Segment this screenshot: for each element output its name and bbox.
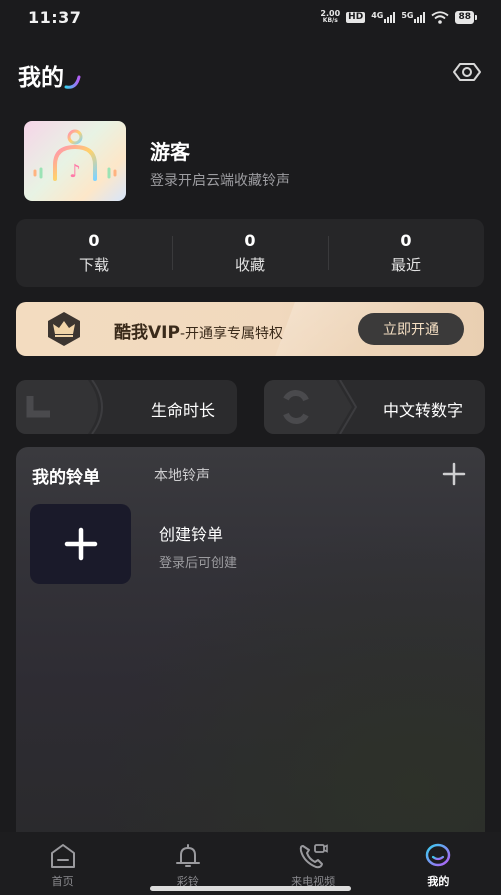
text-to-number-card[interactable]: 中文转数字	[264, 380, 485, 434]
stat-label: 下载	[78, 256, 109, 274]
stat-value: 0	[88, 231, 100, 250]
net2-label: 5G	[401, 10, 414, 20]
status-time: 11:37	[28, 7, 82, 27]
stat-downloads[interactable]: 0 下载	[16, 219, 172, 287]
create-playlist-hint: 登录后可创建	[159, 556, 238, 571]
vip-text: 酷我VIP-开通享专属特权	[114, 318, 283, 343]
net1-label: 4G	[371, 10, 384, 20]
stat-value: 0	[244, 231, 256, 250]
battery-level: 88	[458, 12, 471, 22]
page-title: 我的	[18, 65, 64, 91]
stat-label: 收藏	[234, 256, 265, 274]
plus-icon[interactable]	[441, 461, 467, 487]
stat-favorites[interactable]: 0 收藏	[172, 219, 328, 287]
life-duration-label: 生命时长	[150, 401, 215, 420]
stat-value: 0	[400, 231, 412, 250]
svg-text:♪: ♪	[69, 161, 81, 182]
text-to-number-label: 中文转数字	[382, 401, 463, 420]
nav-label: 首页	[51, 875, 74, 888]
bell-icon	[175, 844, 200, 867]
eye-icon[interactable]	[451, 60, 483, 84]
nav-label: 我的	[427, 875, 450, 888]
stats-card: 0 下载 0 收藏 0 最近	[16, 219, 484, 287]
login-hint[interactable]: 登录开启云端收藏铃声	[150, 170, 290, 190]
vip-title: 酷我VIP	[114, 323, 180, 343]
stat-recent[interactable]: 0 最近	[328, 219, 484, 287]
profile-icon	[426, 843, 451, 870]
duration-deco-icon	[16, 380, 103, 434]
life-duration-card[interactable]: 生命时长	[16, 380, 237, 434]
avatar-music-icon: ♪	[33, 129, 117, 185]
open-vip-button[interactable]: 立即开通	[358, 313, 464, 345]
wifi-icon	[431, 10, 450, 24]
stat-label: 最近	[390, 256, 421, 274]
tab-my-playlists[interactable]: 我的铃单	[32, 463, 100, 488]
hd-badge: HD	[346, 11, 366, 23]
vip-subtitle: -开通享专属特权	[179, 326, 284, 342]
avatar[interactable]: ♪	[24, 121, 126, 201]
status-icons: 2.00 KB/s HD 4G 5G 88	[320, 10, 477, 24]
nav-item-profile[interactable]: 我的	[376, 832, 501, 895]
phone-video-icon	[299, 844, 328, 869]
signal-4g-icon: 4G	[371, 10, 396, 23]
create-plus-icon	[64, 527, 97, 561]
home-icon	[50, 844, 75, 868]
vip-banner[interactable]: 酷我VIP-开通享专属特权 立即开通	[16, 302, 484, 356]
status-bar: 11:37 2.00 KB/s HD 4G 5G 88	[0, 0, 501, 34]
nav-item-home[interactable]: 首页	[0, 832, 125, 895]
username[interactable]: 游客	[150, 136, 190, 165]
home-indicator[interactable]	[150, 886, 351, 891]
speed-value: 2.00	[320, 9, 341, 18]
title-swoosh-icon	[64, 75, 81, 89]
create-playlist-tile[interactable]	[30, 504, 131, 584]
convert-deco-icon	[264, 380, 358, 434]
playlist-panel: 我的铃单 本地铃声 创建铃单 登录后可创建	[16, 447, 485, 847]
tab-local-ringtones[interactable]: 本地铃声	[154, 465, 210, 485]
crown-icon	[48, 312, 80, 346]
signal-5g-icon: 5G	[401, 10, 426, 23]
network-speed: 2.00 KB/s	[320, 9, 341, 25]
speed-unit: KB/s	[322, 17, 338, 24]
battery-icon: 88	[455, 10, 477, 24]
create-playlist-title[interactable]: 创建铃单	[159, 521, 223, 545]
